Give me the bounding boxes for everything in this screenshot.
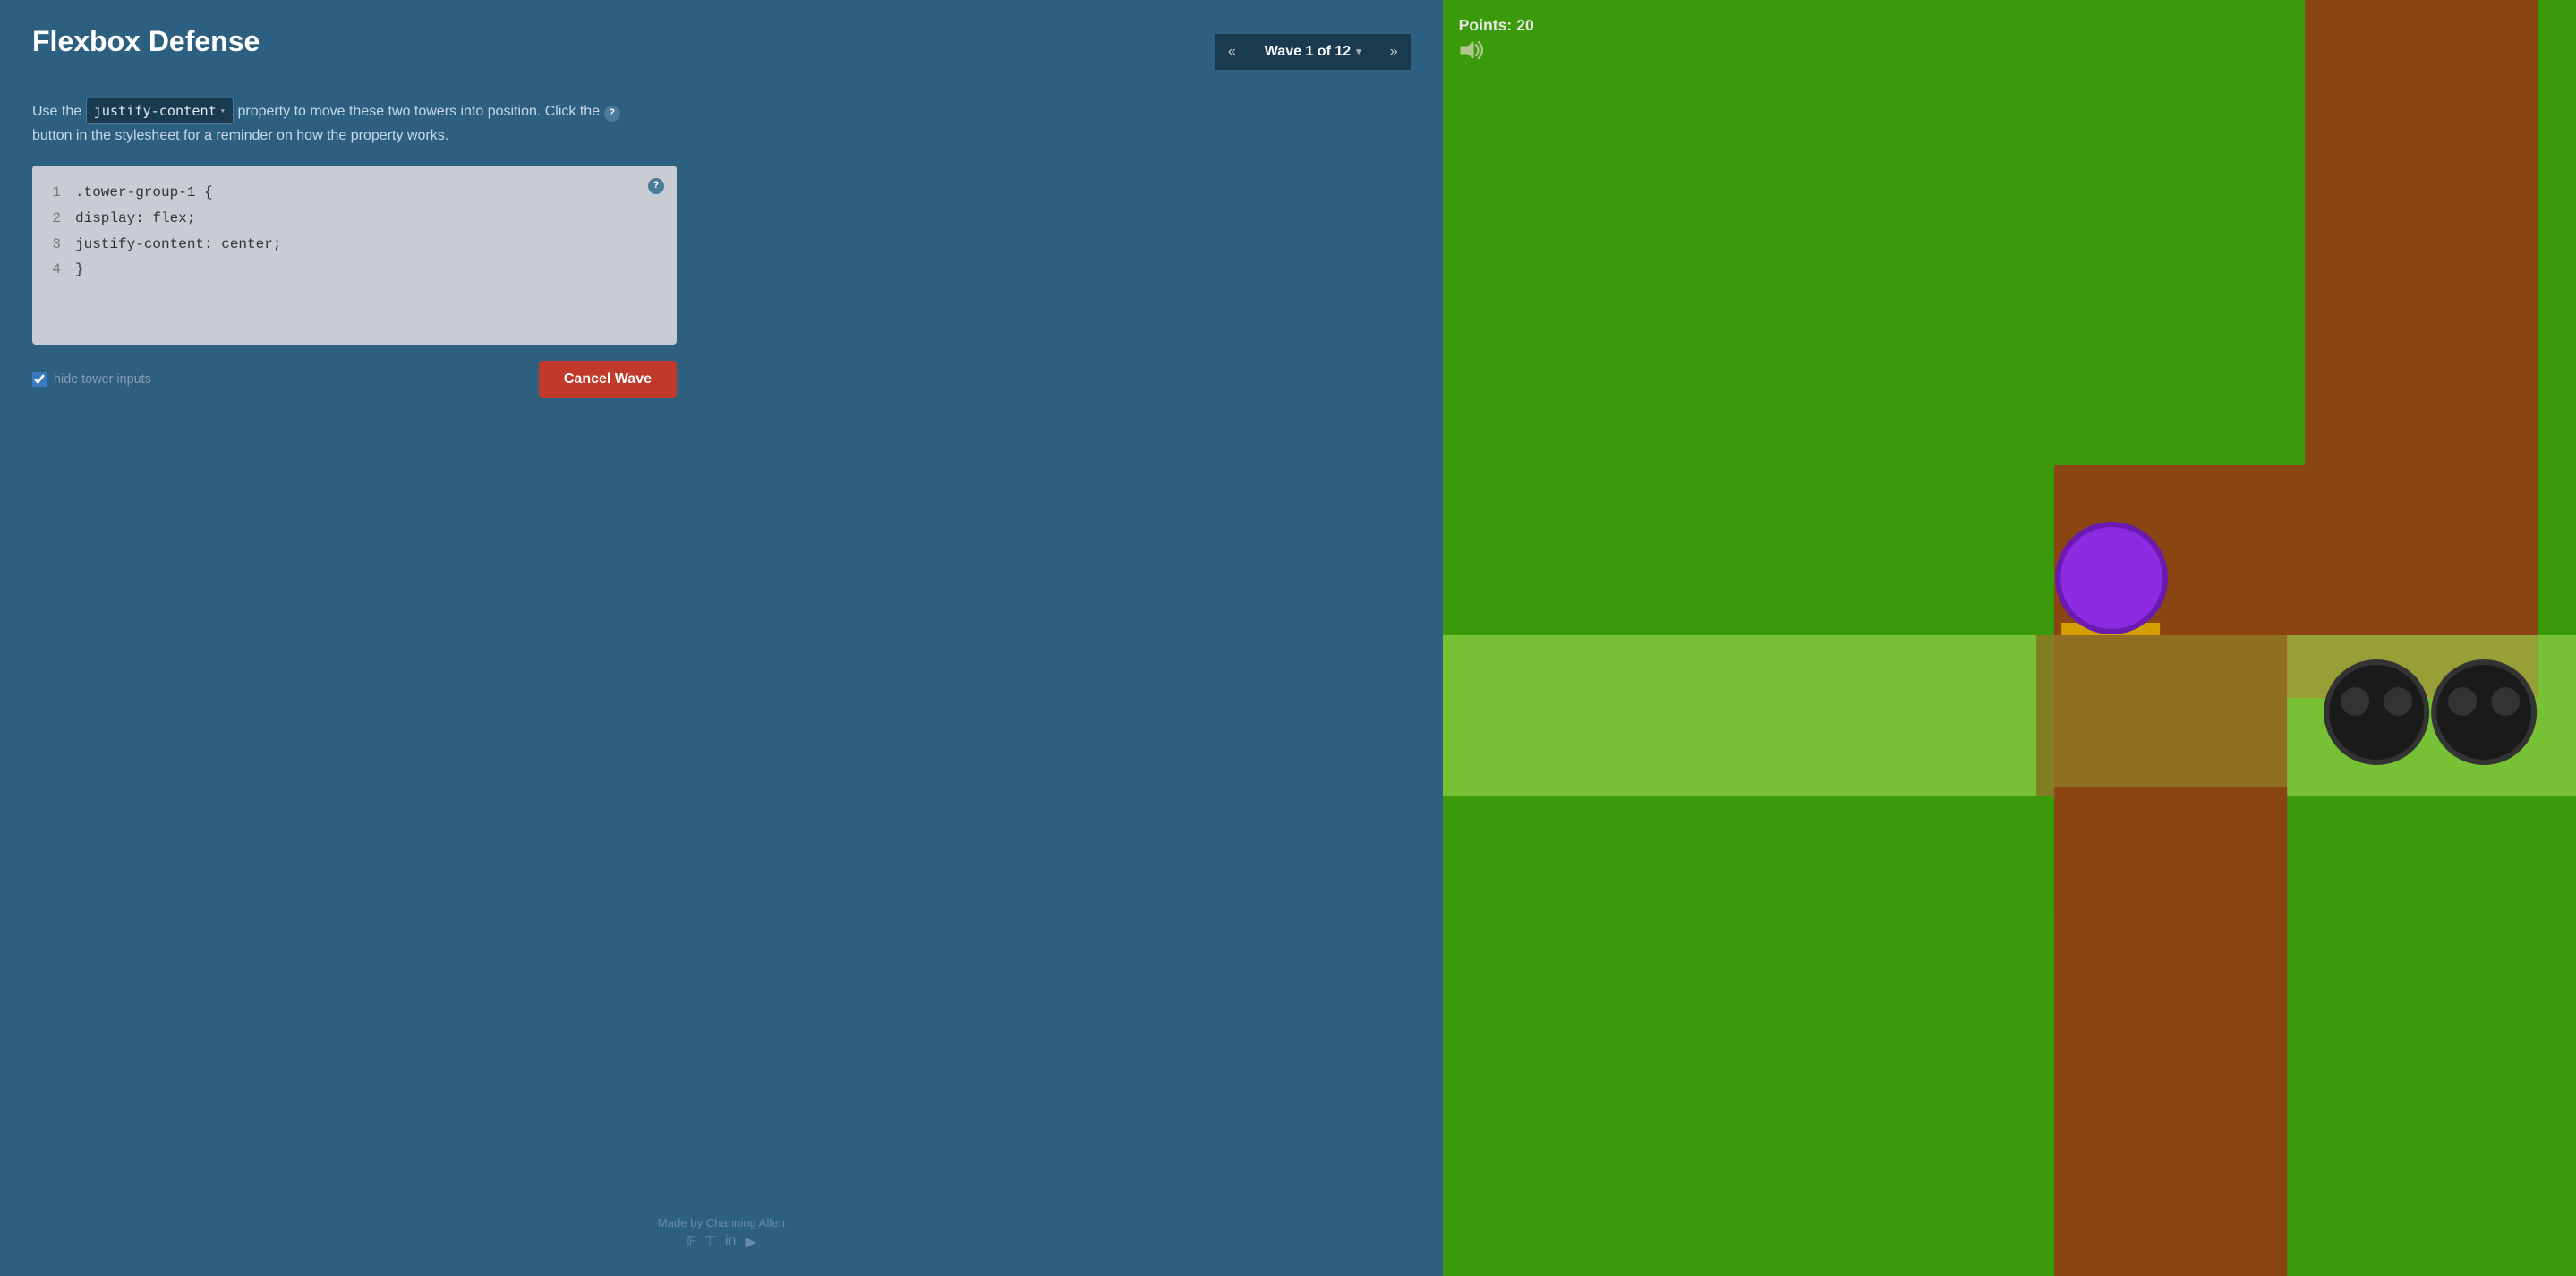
instruction-end: button in the stylesheet for a reminder … <box>32 128 448 143</box>
help-button-corner: ? <box>648 176 664 194</box>
code-line-1: 1 .tower-group-1 { <box>47 180 662 206</box>
instruction-middle: property to move these two towers into p… <box>237 104 600 119</box>
game-ui: Points: 20 <box>1459 16 1534 65</box>
code-line-4: 4 } <box>47 257 662 283</box>
instruction-text: Use the justify-content ▾ property to mo… <box>32 98 641 148</box>
editor-help-icon[interactable]: ? <box>648 178 664 194</box>
instruction-before: Use the <box>32 104 81 119</box>
line-number-3: 3 <box>47 232 61 258</box>
points-value: 20 <box>1516 16 1534 34</box>
wave-selector-button[interactable]: Wave 1 of 12 ▾ <box>1249 34 1378 70</box>
left-panel: Flexbox Defense « Wave 1 of 12 ▾ » Use t… <box>0 0 1443 1276</box>
code-line-2: 2 display: flex; <box>47 206 662 232</box>
property-badge[interactable]: justify-content ▾ <box>86 98 234 124</box>
linkedin-icon[interactable]: in <box>725 1233 736 1251</box>
hide-inputs-checkbox[interactable] <box>32 372 47 387</box>
app-title: Flexbox Defense <box>32 25 260 58</box>
editor-footer: hide tower inputs Cancel Wave <box>32 361 677 398</box>
code-content-3[interactable]: justify-content: center; <box>75 232 281 258</box>
code-content-1[interactable]: .tower-group-1 { <box>75 180 213 206</box>
line-number-2: 2 <box>47 206 61 232</box>
wave-navigation: « Wave 1 of 12 ▾ » <box>1215 34 1411 70</box>
game-panel: Points: 20 <box>1443 0 2576 1276</box>
hide-inputs-label[interactable]: hide tower inputs <box>32 372 151 387</box>
points-label: Points: <box>1459 16 1513 34</box>
code-content-2[interactable]: display: flex; <box>75 206 195 232</box>
line-number-1: 1 <box>47 180 61 206</box>
game-svg <box>1443 0 2576 1276</box>
wave-label-text: Wave 1 of 12 <box>1265 44 1351 60</box>
footer-credit: Made by Channing Allen 𝔼 𝕋 in ▶ <box>32 1198 1411 1251</box>
code-content-4[interactable]: } <box>75 257 84 283</box>
facebook-icon[interactable]: 𝔼 <box>687 1233 697 1251</box>
property-chevron-icon: ▾ <box>220 104 226 119</box>
property-name: justify-content <box>94 100 217 122</box>
footer-icons: 𝔼 𝕋 in ▶ <box>32 1233 1411 1251</box>
line-number-4: 4 <box>47 257 61 283</box>
code-editor: ? 1 .tower-group-1 { 2 display: flex; 3 … <box>32 166 677 345</box>
game-board <box>1443 0 2576 1276</box>
cancel-wave-button[interactable]: Cancel Wave <box>539 361 677 398</box>
chevron-down-icon: ▾ <box>1356 46 1361 57</box>
help-icon[interactable]: ? <box>604 106 620 122</box>
hide-inputs-text: hide tower inputs <box>54 372 151 387</box>
points-display: Points: 20 <box>1459 16 1534 35</box>
credit-text: Made by Channing Allen <box>658 1216 785 1229</box>
twitter-icon[interactable]: 𝕋 <box>706 1233 716 1251</box>
sound-icon[interactable] <box>1459 40 1534 65</box>
prev-wave-button[interactable]: « <box>1215 34 1249 70</box>
github-icon[interactable]: ▶ <box>745 1233 755 1251</box>
code-line-3: 3 justify-content: center; <box>47 232 662 258</box>
next-wave-button[interactable]: » <box>1378 34 1411 70</box>
top-bar: Flexbox Defense « Wave 1 of 12 ▾ » <box>32 25 1411 78</box>
